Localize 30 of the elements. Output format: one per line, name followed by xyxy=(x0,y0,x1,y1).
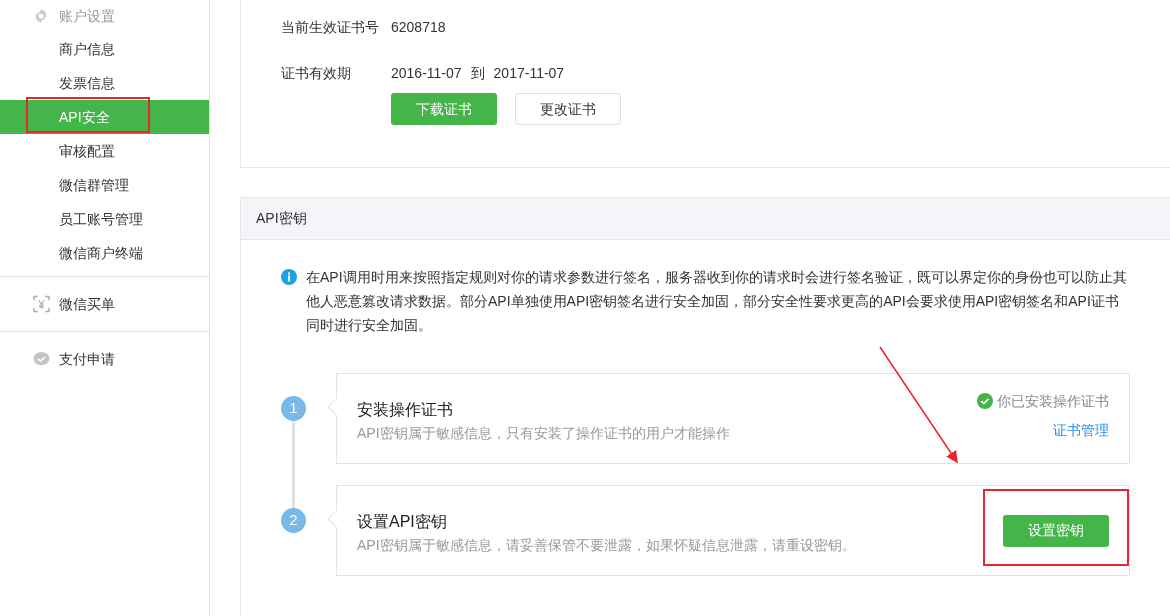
sidebar-item[interactable]: 发票信息 xyxy=(0,66,209,100)
gear-icon xyxy=(33,8,49,24)
scan-yen-icon xyxy=(33,295,50,313)
sidebar-item[interactable]: 商户信息 xyxy=(0,32,209,66)
step-title: 设置API密钥 xyxy=(357,511,448,532)
field-value: 2017-11-07 xyxy=(493,63,565,83)
field-label: 当前生效证书号 xyxy=(281,17,380,37)
step-description: API密钥属于敏感信息，请妥善保管不要泄露，如果怀疑信息泄露，请重设密钥。 xyxy=(357,535,857,555)
field-label: 证书有效期 xyxy=(281,63,352,83)
step-description: API密钥属于敏感信息，只有安装了操作证书的用户才能操作 xyxy=(357,423,731,443)
certificate-link[interactable]: 证书管理 xyxy=(1053,419,1109,441)
section-header: API密钥 xyxy=(241,198,1170,240)
step-title: 安装操作证书 xyxy=(357,399,454,420)
field-value: 2016-11-07 xyxy=(391,63,462,83)
sidebar-item[interactable]: 审核配置 xyxy=(0,134,209,168)
check-circle-icon xyxy=(977,393,993,409)
sidebar-item[interactable]: 支付申请 xyxy=(59,348,115,370)
field-value: 6208718 xyxy=(391,17,446,37)
step-number: 1 xyxy=(281,396,306,421)
sidebar-item[interactable]: 微信买单 xyxy=(59,293,115,315)
range-separator: 到 xyxy=(470,63,485,83)
status-text: 你已安装操作证书 xyxy=(997,391,1109,411)
info-icon xyxy=(281,269,297,285)
sidebar-item[interactable]: 员工账号管理 xyxy=(0,202,209,236)
chat-bubble-icon xyxy=(33,351,50,367)
sidebar-item[interactable]: 微信商户终端 xyxy=(0,236,209,270)
notice-text: 在API调用时用来按照指定规则对你的请求参数进行签名，服务器收到你的请求时会进行签名验证，既可以界定你的身份也可以防止其他人恶意篡改请求数据。部分API单独使用API密钥签名进行安全加固，部分安全性要求更高的API会要求使用API密钥签名和API证书同时进行安全加固。 xyxy=(306,268,1128,335)
sidebar-item[interactable]: 微信群管理 xyxy=(0,168,209,202)
step-number: 2 xyxy=(281,508,306,533)
change-button[interactable]: 更改证书 xyxy=(515,93,621,125)
